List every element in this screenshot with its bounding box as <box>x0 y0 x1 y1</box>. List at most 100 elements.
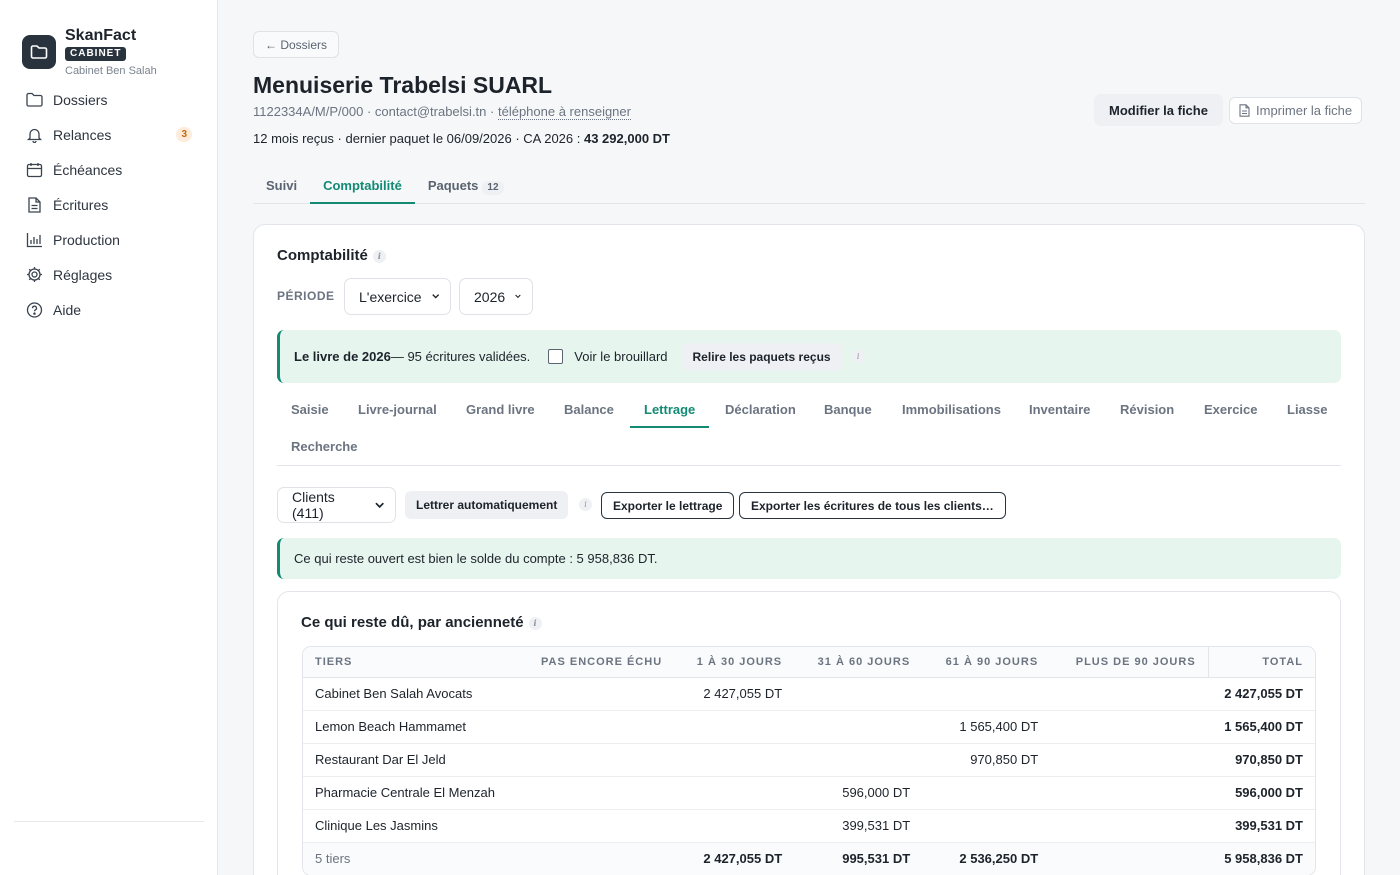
compta-subtabs: Saisie Livre-journal Grand livre Balance… <box>277 392 1341 466</box>
sidebar-item-aide[interactable]: Aide <box>14 292 204 327</box>
stats-text: 12 mois reçus · dernier paquet le 06/09/… <box>253 131 584 146</box>
brand-name: SkanFact <box>65 27 137 44</box>
sidebar-item-echeances[interactable]: Échéances <box>14 152 204 187</box>
col-header-pas-echu[interactable]: PAS ENCORE ÉCHU <box>529 647 675 678</box>
cell-1-30 <box>674 776 795 810</box>
cell-total: 596,000 DT <box>1208 776 1315 810</box>
relire-paquets-button[interactable]: Relire les paquets reçus <box>681 342 842 371</box>
footer-61-90: 2 536,250 DT <box>922 842 1051 875</box>
periode-select-value: L'exercice <box>359 288 422 305</box>
print-record-button[interactable]: Imprimer la fiche <box>1229 97 1363 124</box>
subtab-declaration[interactable]: Déclaration <box>711 392 810 428</box>
footer-total: 5 958,836 DT <box>1208 842 1315 875</box>
col-header-61-90[interactable]: 61 À 90 JOURS <box>922 647 1051 678</box>
subtab-grand-livre[interactable]: Grand livre <box>452 392 549 428</box>
subtab-inventaire[interactable]: Inventaire <box>1015 392 1104 428</box>
cell-total: 1 565,400 DT <box>1208 710 1315 744</box>
client-meta: 1122334A/M/P/000 · contact@trabelsi.tn ·… <box>253 104 631 120</box>
back-to-dossiers-button[interactable]: ← Dossiers <box>253 31 340 58</box>
subtab-balance[interactable]: Balance <box>550 392 628 428</box>
table-row[interactable]: Cabinet Ben Salah Avocats 2 427,055 DT 2… <box>303 677 1315 711</box>
col-header-plus-90[interactable]: PLUS DE 90 JOURS <box>1050 647 1209 678</box>
subtab-banque[interactable]: Banque <box>810 392 886 428</box>
table-row[interactable]: Restaurant Dar El Jeld 970,850 DT 970,85… <box>303 743 1315 777</box>
account-select[interactable]: Clients (411) <box>277 487 396 523</box>
cell-pas-echu <box>529 743 675 777</box>
comptabilite-card: Comptabilité i PÉRIODE L'exercice 2026 Le… <box>253 224 1365 875</box>
subtab-revision[interactable]: Révision <box>1106 392 1188 428</box>
sidebar-item-ecritures[interactable]: Écritures <box>14 187 204 222</box>
sidebar-nav: Dossiers Relances 3 Échéances Écritures … <box>14 82 204 327</box>
aging-table: TIERS PAS ENCORE ÉCHU 1 À 30 JOURS 31 À … <box>302 646 1316 875</box>
subtab-livre-journal[interactable]: Livre-journal <box>344 392 451 428</box>
col-header-31-60[interactable]: 31 À 60 JOURS <box>794 647 923 678</box>
sidebar-item-label: Écritures <box>53 196 109 213</box>
solde-text: Ce qui reste ouvert est bien le solde du… <box>294 551 658 566</box>
tab-paquets[interactable]: Paquets 12 <box>415 170 517 204</box>
cell-61-90: 970,850 DT <box>922 743 1051 777</box>
sidebar: SkanFact CABINET Cabinet Ben Salah Dossi… <box>0 0 218 875</box>
cell-1-30 <box>674 809 795 843</box>
edit-record-button[interactable]: Modifier la fiche <box>1094 94 1223 126</box>
year-select[interactable]: 2026 <box>459 278 533 315</box>
subtab-immobilisations[interactable]: Immobilisations <box>888 392 1015 428</box>
client-phone-link[interactable]: téléphone à renseigner <box>497 104 631 120</box>
subtab-recherche[interactable]: Recherche <box>277 429 371 465</box>
info-icon[interactable]: i <box>372 249 386 263</box>
cell-pas-echu <box>529 710 675 744</box>
lettrage-toolbar: Clients (411) Lettrer automatiquement i … <box>277 487 1341 523</box>
table-footer-row: 5 tiers 2 427,055 DT 995,531 DT 2 536,25… <box>303 842 1315 875</box>
chevron-down-icon <box>431 294 439 299</box>
col-header-total[interactable]: TOTAL <box>1208 647 1315 678</box>
sidebar-item-reglages[interactable]: Réglages <box>14 257 204 292</box>
cell-1-30 <box>674 710 795 744</box>
cell-31-60: 399,531 DT <box>794 809 923 843</box>
cell-31-60 <box>794 710 923 744</box>
cell-1-30 <box>674 743 795 777</box>
col-header-tiers[interactable]: TIERS <box>303 647 529 678</box>
export-all-clients-button[interactable]: Exporter les écritures de tous les clien… <box>739 492 1006 519</box>
client-stats: 12 mois reçus · dernier paquet le 06/09/… <box>253 131 670 146</box>
periode-select[interactable]: L'exercice <box>344 278 451 315</box>
subtab-exercice[interactable]: Exercice <box>1190 392 1272 428</box>
tab-suivi[interactable]: Suivi <box>253 170 310 204</box>
info-icon[interactable]: i <box>579 498 592 511</box>
brand-subtitle: Cabinet Ben Salah <box>65 65 157 77</box>
livre-status-banner: Le livre de 2026 — 95 écritures validées… <box>277 330 1341 383</box>
meta-separator: · <box>490 104 498 119</box>
sidebar-item-label: Réglages <box>53 266 113 283</box>
subtab-liasse[interactable]: Liasse <box>1273 392 1341 428</box>
cell-plus-90 <box>1050 743 1209 777</box>
sidebar-item-relances[interactable]: Relances 3 <box>14 117 204 152</box>
banner-text: — 95 écritures validées. <box>390 349 531 364</box>
cell-total: 399,531 DT <box>1208 809 1315 843</box>
periode-label: PÉRIODE <box>277 289 335 303</box>
info-icon[interactable]: i <box>851 350 865 363</box>
table-row[interactable]: Clinique Les Jasmins 399,531 DT 399,531 … <box>303 809 1315 843</box>
footer-pas-echu <box>529 842 675 875</box>
subtab-saisie[interactable]: Saisie <box>277 392 343 428</box>
cell-61-90 <box>922 677 1051 711</box>
account-select-value: Clients (411) <box>292 489 335 521</box>
table-row[interactable]: Lemon Beach Hammamet 1 565,400 DT 1 565,… <box>303 710 1315 744</box>
tab-comptabilite[interactable]: Comptabilité <box>310 170 415 204</box>
brouillard-label[interactable]: Voir le brouillard <box>574 349 667 364</box>
info-icon[interactable]: i <box>528 616 542 630</box>
cell-total: 2 427,055 DT <box>1208 677 1315 711</box>
folder-icon <box>22 35 56 69</box>
year-select-value: 2026 <box>474 288 506 305</box>
sidebar-item-production[interactable]: Production <box>14 222 204 257</box>
client-email[interactable]: contact@trabelsi.tn <box>375 104 486 119</box>
auto-letter-button[interactable]: Lettrer automatiquement <box>405 491 569 519</box>
brand-badge: CABINET <box>65 47 127 61</box>
subtab-lettrage[interactable]: Lettrage <box>630 392 710 428</box>
brouillard-checkbox[interactable] <box>548 349 564 364</box>
footer-tiers-count: 5 tiers <box>303 842 529 875</box>
sidebar-divider <box>14 821 204 822</box>
gear-icon <box>27 267 42 282</box>
brand[interactable]: SkanFact CABINET Cabinet Ben Salah <box>22 28 157 77</box>
table-row[interactable]: Pharmacie Centrale El Menzah 596,000 DT … <box>303 776 1315 810</box>
col-header-1-30[interactable]: 1 À 30 JOURS <box>674 647 795 678</box>
sidebar-item-dossiers[interactable]: Dossiers <box>14 82 204 117</box>
export-lettrage-button[interactable]: Exporter le lettrage <box>601 492 735 519</box>
